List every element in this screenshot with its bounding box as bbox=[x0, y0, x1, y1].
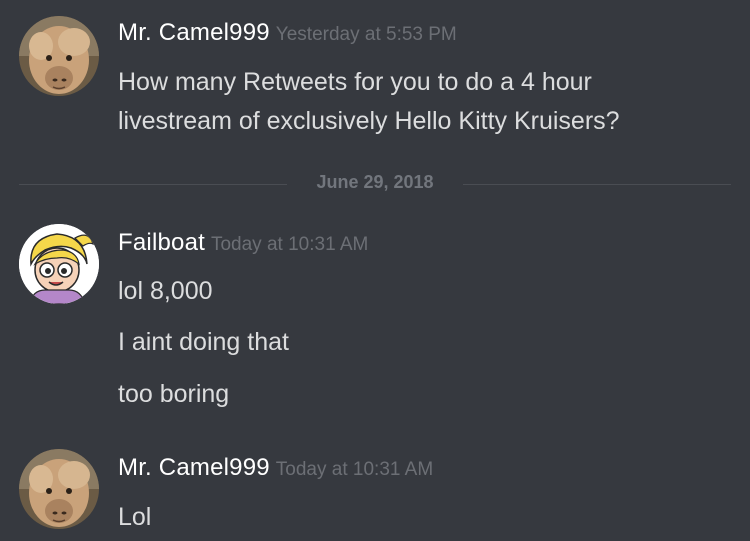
message-text: livestream of exclusively Hello Kitty Kr… bbox=[118, 107, 620, 135]
username[interactable]: Failboat bbox=[118, 229, 205, 256]
message-header: Failboat Today at 10:31 AM bbox=[118, 229, 368, 257]
message-text: too boring bbox=[118, 380, 230, 408]
timestamp: Today at 10:31 AM bbox=[275, 459, 434, 480]
date-divider: June 29, 2018 bbox=[19, 170, 731, 198]
message-text: lol 8,000 bbox=[118, 277, 213, 305]
camel-avatar-icon[interactable] bbox=[19, 16, 99, 96]
message-text: Lol bbox=[118, 503, 152, 531]
timestamp: Today at 10:31 AM bbox=[210, 234, 369, 255]
message-text: I aint doing that bbox=[118, 328, 289, 356]
message-text: How many Retweets for you to do a 4 hour bbox=[118, 68, 592, 96]
chat-messages: Mr. Camel999 Yesterday at 5:53 PM How man… bbox=[0, 0, 750, 541]
username[interactable]: Mr. Camel999 bbox=[118, 454, 270, 481]
camel-avatar-icon[interactable] bbox=[19, 449, 99, 529]
message-header: Mr. Camel999 Today at 10:31 AM bbox=[118, 454, 433, 482]
timestamp: Yesterday at 5:53 PM bbox=[275, 24, 457, 45]
username[interactable]: Mr. Camel999 bbox=[118, 19, 270, 46]
cartoon-girl-avatar-icon[interactable] bbox=[19, 224, 99, 304]
date-divider-label: June 29, 2018 bbox=[316, 172, 434, 192]
message-header: Mr. Camel999 Yesterday at 5:53 PM bbox=[118, 19, 457, 47]
